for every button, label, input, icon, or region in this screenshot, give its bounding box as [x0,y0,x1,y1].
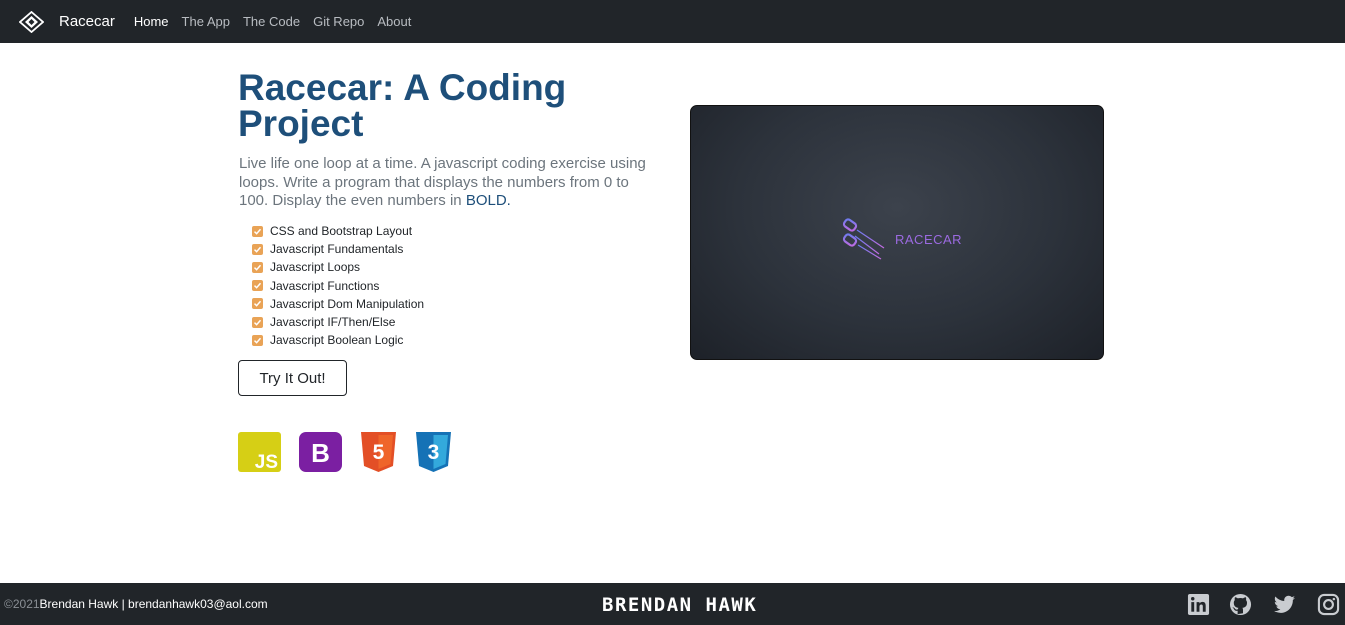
checklist-item: Javascript Fundamentals [252,240,424,258]
html5-icon-label: 5 [373,441,385,464]
copyright-year: ©2021 [4,597,40,611]
css3-icon-label: 3 [428,441,440,464]
checklist-item-label: Javascript IF/Then/Else [270,315,396,330]
github-icon[interactable] [1229,593,1252,616]
brand-logo-icon [19,10,44,33]
footer-copyright: ©2021Brendan Hawk | brendanhawk03@aol.co… [4,597,268,611]
css3-icon: 3 [416,432,451,472]
checkbox-icon [252,316,263,328]
skills-checklist: CSS and Bootstrap Layout Javascript Fund… [252,222,424,349]
author-contact[interactable]: Brendan Hawk | brendanhawk03@aol.com [40,597,268,611]
checklist-item: Javascript Dom Manipulation [252,295,424,313]
racecar-logo-icon [842,218,885,260]
linkedin-icon[interactable] [1187,593,1210,616]
nav-links: Home The App The Code Git Repo About [134,14,425,29]
brand-name: Racecar [59,13,115,30]
bootstrap-icon-label: B [311,438,330,468]
checklist-item-label: Javascript Functions [270,278,380,293]
javascript-icon-label: JS [255,452,278,472]
nav-link-the-app[interactable]: The App [182,14,230,29]
checklist-item: Javascript Boolean Logic [252,331,424,349]
checklist-item-label: Javascript Boolean Logic [270,333,404,348]
footer: ©2021Brendan Hawk | brendanhawk03@aol.co… [0,583,1345,625]
navbar: Racecar Home The App The Code Git Repo A… [0,0,1345,43]
twitter-icon[interactable] [1273,593,1296,616]
nav-link-the-code[interactable]: The Code [243,14,300,29]
nav-link-about[interactable]: About [377,14,411,29]
checkbox-icon [252,225,263,237]
checkbox-icon [252,334,263,346]
html5-icon: 5 [361,432,396,472]
app-preview-image: RACECAR [690,105,1104,360]
nav-link-git-repo[interactable]: Git Repo [313,14,364,29]
bootstrap-icon: B [299,432,342,472]
checkbox-icon [252,298,263,310]
nav-link-home[interactable]: Home [134,14,169,29]
footer-signature: BRENDAN HAWK [602,594,758,616]
preview-logo-text: RACECAR [895,231,963,247]
instagram-icon[interactable] [1317,593,1340,616]
checklist-item-label: Javascript Dom Manipulation [270,296,425,311]
checklist-item-label: Javascript Loops [270,260,361,275]
javascript-icon: JS [238,432,281,472]
navbar-brand[interactable]: Racecar [19,10,115,33]
hero-description: Live life one loop at a time. A javascri… [239,155,659,211]
page-title: Racecar: A Coding Project [238,67,567,144]
checklist-item: Javascript IF/Then/Else [252,313,424,331]
checklist-item: CSS and Bootstrap Layout [252,222,424,240]
checkbox-icon [252,280,263,292]
checkbox-icon [252,261,263,273]
try-it-out-button[interactable]: Try It Out! [238,360,347,396]
hero-description-bold: BOLD. [465,192,511,209]
checklist-item-label: Javascript Fundamentals [270,242,404,257]
checklist-item: Javascript Loops [252,258,424,276]
hero-description-text: Live life one loop at a time. A javascri… [239,155,646,209]
preview-logo: RACECAR [841,218,962,260]
checklist-item: Javascript Functions [252,277,424,295]
checkbox-icon [252,243,263,255]
checklist-item-label: CSS and Bootstrap Layout [270,224,413,239]
